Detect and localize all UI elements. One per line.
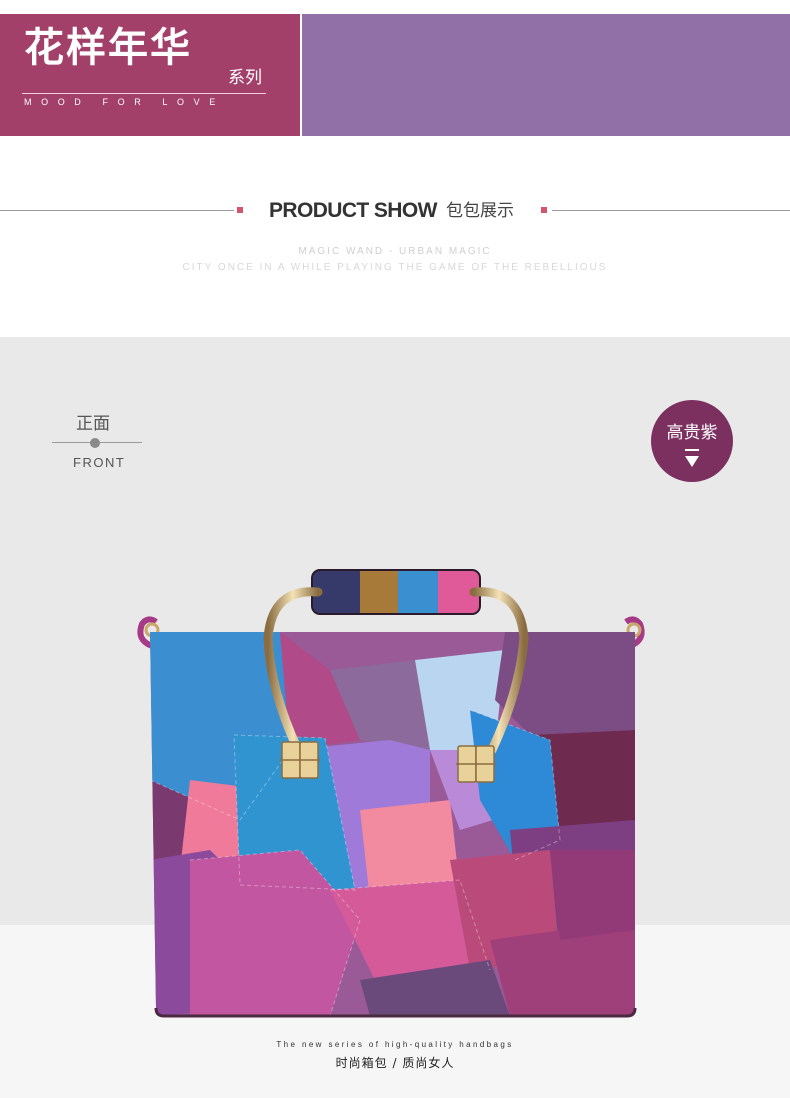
footer-tagline-en: The new series of high-quality handbags [276, 1040, 514, 1049]
down-arrow-icon [685, 456, 699, 467]
brand-title: 花样年华 [24, 25, 192, 71]
buckle-left-icon [280, 741, 320, 779]
section-divider-right [552, 210, 790, 211]
color-badge-label: 高贵紫 [666, 423, 718, 443]
section-tagline-1: MAGIC WAND - URBAN MAGIC [298, 246, 492, 257]
badge-bar-icon [685, 449, 699, 451]
brand-series-label: 系列 [228, 68, 262, 88]
product-handbag-image [137, 569, 645, 1018]
footer-tagline-cn: 时尚箱包 / 质尚女人 [335, 1056, 455, 1070]
banner-color-panel [302, 14, 790, 136]
view-dot-icon [90, 438, 100, 448]
brand-divider [22, 93, 266, 94]
section-title-cn: 包包展示 [446, 201, 514, 221]
section-divider-dot-left [237, 207, 243, 213]
section-divider-dot-right [541, 207, 547, 213]
bag-body [150, 632, 635, 1016]
section-title: PRODUCT SHOW [269, 199, 437, 222]
section-divider-left [0, 210, 234, 211]
brand-subtitle: MOOD FOR LOVE [24, 97, 225, 107]
view-label-en: FRONT [73, 455, 126, 470]
buckle-right-icon [456, 745, 496, 783]
section-tagline-2: CITY ONCE IN A WHILE PLAYING THE GAME OF… [182, 262, 608, 273]
view-label-cn: 正面 [76, 414, 110, 434]
color-badge[interactable]: 高贵紫 [651, 400, 733, 482]
